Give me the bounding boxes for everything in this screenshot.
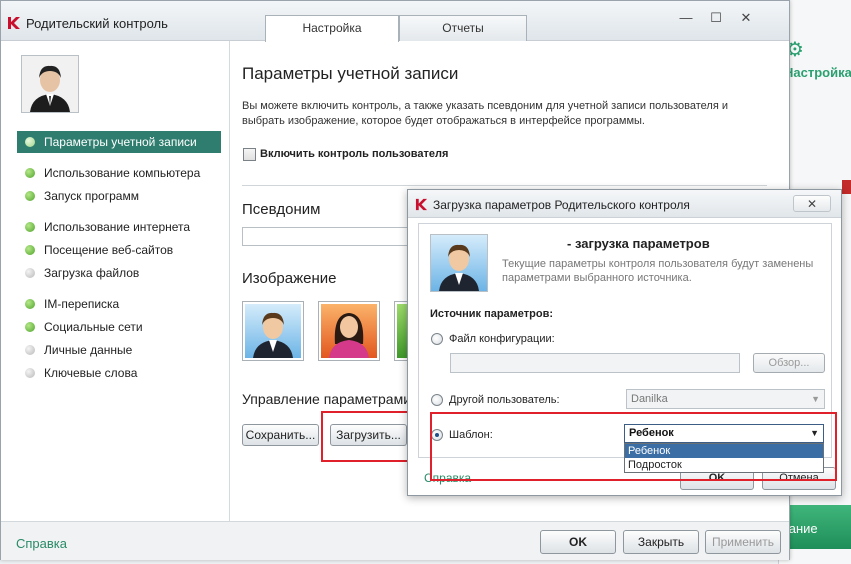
close-button[interactable]: Закрыть — [623, 530, 699, 554]
other-user-select[interactable]: Danilka ▼ — [626, 389, 825, 409]
ok-button[interactable]: OK — [540, 530, 616, 554]
page-description: Вы можете включить контроль, а также ука… — [242, 100, 728, 127]
status-dot-icon — [25, 345, 35, 355]
sidebar-item-keywords[interactable]: Ключевые слова — [17, 362, 221, 384]
sidebar-item-website-visits[interactable]: Посещение веб-сайтов — [17, 239, 221, 261]
image-title: Изображение — [242, 270, 337, 287]
dialog-user-avatar — [430, 234, 488, 292]
dialog-heading: - загрузка параметров — [567, 236, 710, 251]
user-avatar — [21, 55, 79, 113]
status-dot-icon — [25, 222, 35, 232]
sidebar-item-label: IM-переписка — [44, 297, 120, 311]
config-file-radio[interactable] — [431, 333, 443, 345]
minimize-button[interactable]: — — [675, 9, 697, 27]
maximize-button[interactable]: ☐ — [705, 9, 727, 27]
background-settings-label: Настройка — [784, 65, 851, 80]
window-title: Родительский контроль — [26, 16, 168, 31]
save-settings-button[interactable]: Сохранить... — [242, 424, 319, 446]
config-file-label[interactable]: Файл конфигурации: — [449, 333, 555, 345]
kaspersky-logo-icon — [8, 17, 20, 29]
tab-settings[interactable]: Настройка — [265, 15, 399, 42]
boy-avatar-icon — [245, 304, 301, 358]
footer-bar: Справка OK Закрыть Применить — [1, 521, 789, 560]
other-user-radio[interactable] — [431, 394, 443, 406]
status-dot-icon — [25, 168, 35, 178]
sidebar-item-label: Запуск программ — [44, 189, 139, 203]
status-dot-icon — [25, 368, 35, 378]
sidebar-item-personal-data[interactable]: Личные данные — [17, 339, 221, 361]
dialog-title: Загрузка параметров Родительского контро… — [433, 198, 690, 212]
sidebar-item-file-downloads[interactable]: Загрузка файлов — [17, 262, 221, 284]
man-avatar-icon — [22, 56, 78, 112]
status-dot-icon — [25, 191, 35, 201]
enable-control-checkbox[interactable] — [243, 148, 256, 161]
sidebar-item-label: Параметры учетной записи — [44, 135, 197, 149]
kaspersky-logo-icon — [415, 198, 428, 211]
sidebar-item-label: Социальные сети — [44, 320, 143, 334]
sidebar-item-social-networks[interactable]: Социальные сети — [17, 316, 221, 338]
config-file-path-input[interactable] — [450, 353, 740, 373]
title-bar: Родительский контроль Настройка Отчеты —… — [1, 1, 789, 42]
browse-button[interactable]: Обзор... — [753, 353, 825, 373]
other-user-label[interactable]: Другой пользователь: — [449, 394, 560, 406]
sidebar-item-im-messaging[interactable]: IM-переписка — [17, 293, 221, 315]
sidebar-item-internet-usage[interactable]: Использование интернета — [17, 216, 221, 238]
close-window-button[interactable]: ✕ — [735, 9, 757, 27]
nickname-title: Псевдоним — [242, 201, 321, 218]
enable-control-label[interactable]: Включить контроль пользователя — [260, 148, 448, 160]
boy-avatar-icon — [431, 235, 487, 291]
highlight-box-load — [321, 411, 409, 462]
background-red-strip — [842, 180, 851, 194]
avatar-option-girl[interactable] — [318, 301, 380, 361]
chevron-down-icon: ▼ — [811, 394, 820, 404]
dialog-description: Текущие параметры контроля пользователя … — [502, 258, 814, 284]
status-dot-icon — [25, 268, 35, 278]
status-dot-icon — [25, 245, 35, 255]
highlight-box-template — [430, 412, 837, 481]
nickname-input[interactable] — [242, 227, 422, 246]
other-user-value: Danilka — [631, 393, 668, 405]
sidebar-item-label: Использование компьютера — [44, 166, 201, 180]
sidebar-item-label: Посещение веб-сайтов — [44, 243, 174, 257]
dialog-title-bar: Загрузка параметров Родительского контро… — [408, 190, 841, 218]
sidebar-item-label: Ключевые слова — [44, 366, 138, 380]
sidebar-item-computer-usage[interactable]: Использование компьютера — [17, 162, 221, 184]
sidebar-item-account-settings[interactable]: Параметры учетной записи — [17, 131, 221, 153]
status-dot-icon — [25, 299, 35, 309]
dialog-close-button[interactable]: ✕ — [793, 195, 831, 212]
source-label: Источник параметров: — [430, 308, 554, 320]
avatar-option-boy[interactable] — [242, 301, 304, 361]
help-link[interactable]: Справка — [16, 536, 67, 551]
tab-reports[interactable]: Отчеты — [399, 15, 527, 41]
manage-title: Управление параметрами — [242, 391, 412, 407]
sidebar-item-label: Личные данные — [44, 343, 133, 357]
divider — [242, 185, 767, 186]
page-title: Параметры учетной записи — [242, 64, 459, 83]
status-dot-icon — [25, 322, 35, 332]
sidebar-item-label: Загрузка файлов — [44, 266, 140, 280]
sidebar-item-label: Использование интернета — [44, 220, 191, 234]
status-dot-icon — [25, 137, 35, 147]
sidebar-item-program-launch[interactable]: Запуск программ — [17, 185, 221, 207]
sidebar: Параметры учетной записи Использование к… — [1, 41, 230, 521]
apply-button[interactable]: Применить — [705, 530, 781, 554]
girl-avatar-icon — [321, 304, 377, 358]
